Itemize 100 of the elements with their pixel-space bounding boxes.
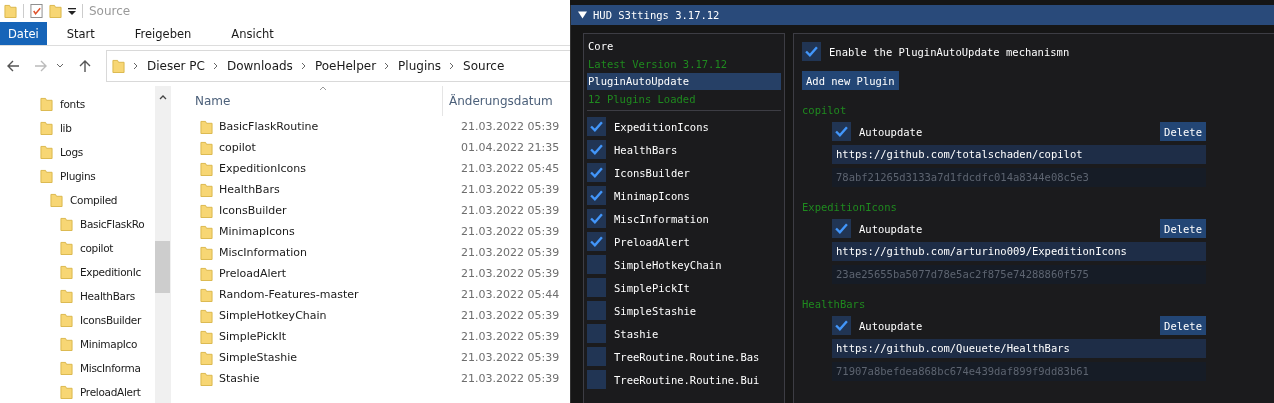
folder-icon <box>40 144 53 160</box>
plugin-heading: HealthBars <box>802 298 867 312</box>
checkbox[interactable] <box>587 255 606 274</box>
folder-icon <box>60 336 73 352</box>
file-name[interactable]: SimpleHotkeyChain <box>219 309 455 322</box>
folder-icon <box>50 192 63 208</box>
folder-icon <box>200 307 213 324</box>
modified-date: 21.03.2022 05:39 <box>461 204 560 217</box>
modified-date: 01.04.2022 21:35 <box>461 141 560 154</box>
add-plugin-button[interactable]: Add new Plugin <box>802 71 899 90</box>
breadcrumb-item[interactable]: PoeHelper <box>314 59 377 73</box>
checkbox[interactable] <box>832 316 851 335</box>
tree-item[interactable]: BasicFlaskRo <box>80 218 145 230</box>
ribbon-tab[interactable]: Datei <box>0 22 47 45</box>
checkbox[interactable] <box>587 324 606 343</box>
tree-item[interactable]: HealthBars <box>80 290 135 302</box>
checkbox[interactable] <box>587 163 606 182</box>
tree-item[interactable]: MiscInforma <box>80 362 141 374</box>
breadcrumb-item[interactable]: Source <box>463 59 505 73</box>
modified-date: 21.03.2022 05:44 <box>461 288 560 301</box>
checkbox[interactable] <box>832 122 851 141</box>
checkbox-label: Autoupdate <box>859 125 923 138</box>
file-name[interactable]: HealthBars <box>219 183 455 196</box>
tree-item[interactable]: lib <box>60 122 72 134</box>
checkbox[interactable] <box>587 117 606 136</box>
checkbox[interactable] <box>832 219 851 238</box>
breadcrumb-item[interactable]: Plugins <box>398 59 442 73</box>
scrollbar[interactable] <box>155 86 170 403</box>
checkbox[interactable] <box>587 209 606 228</box>
folder-icon <box>200 160 213 177</box>
url-field[interactable]: https://github.com/Queuete/HealthBars <box>832 339 1206 358</box>
folder-icon <box>60 216 73 232</box>
properties-check-icon[interactable] <box>30 3 43 19</box>
tree-item[interactable]: PreloadAlert <box>80 386 141 398</box>
column-header[interactable]: Name <box>195 94 442 108</box>
checkbox[interactable] <box>587 301 606 320</box>
dropdown-icon[interactable] <box>68 7 76 15</box>
breadcrumb-item[interactable]: Dieser PC <box>147 59 205 73</box>
checkbox[interactable] <box>587 370 606 389</box>
file-name[interactable]: MiscInformation <box>219 246 455 259</box>
delete-button[interactable]: Delete <box>1160 316 1206 335</box>
column-header[interactable]: Änderungsdatum <box>442 86 553 116</box>
checkbox[interactable] <box>802 42 821 61</box>
chevron-down-icon[interactable] <box>56 63 64 69</box>
folder-icon <box>200 244 213 261</box>
folder-icon <box>200 370 213 387</box>
file-name[interactable]: copilot <box>219 141 455 154</box>
tree-item[interactable]: Plugins <box>60 170 96 182</box>
file-name[interactable]: SimpleStashie <box>219 351 455 364</box>
menu-item[interactable]: PluginAutoUpdate <box>587 73 781 90</box>
file-name[interactable]: Stashie <box>219 372 455 385</box>
chevron-right-icon <box>300 62 307 70</box>
checkbox[interactable] <box>587 186 606 205</box>
plugin-heading: copilot <box>802 104 848 118</box>
delete-button[interactable]: Delete <box>1160 122 1206 141</box>
tree-item[interactable]: ExpeditionIc <box>80 266 141 278</box>
file-name[interactable]: SimplePickIt <box>219 330 455 343</box>
modified-date: 21.03.2022 05:39 <box>461 330 560 343</box>
file-name[interactable]: BasicFlaskRoutine <box>219 120 455 133</box>
window-title-bar[interactable]: HUD S3ttings 3.17.12 <box>571 5 1274 25</box>
plugin-name: TreeRoutine.Routine.Bas <box>614 350 760 363</box>
up-arrow-icon[interactable] <box>78 59 92 73</box>
delete-button[interactable]: Delete <box>1160 219 1206 238</box>
file-name[interactable]: ExpeditionIcons <box>219 162 455 175</box>
folder-icon <box>200 349 213 366</box>
tree-item[interactable]: fonts <box>60 98 85 110</box>
tree-item[interactable]: Compiled <box>70 194 118 206</box>
folder-icon <box>200 181 213 198</box>
folder-icon <box>200 328 213 345</box>
address-bar[interactable]: Dieser PC Downloads PoeHelper Plugins Source <box>106 50 570 82</box>
checkbox[interactable] <box>587 347 606 366</box>
file-name[interactable]: MinimapIcons <box>219 225 455 238</box>
checkbox[interactable] <box>587 232 606 251</box>
plugin-name: ExpeditionIcons <box>614 120 709 133</box>
menu-item[interactable]: Core <box>587 38 781 55</box>
modified-date: 21.03.2022 05:39 <box>461 267 560 280</box>
tree-item[interactable]: Logs <box>60 146 84 158</box>
breadcrumb-item[interactable]: Downloads <box>226 59 293 73</box>
back-arrow-icon[interactable] <box>6 59 20 73</box>
ribbon-tab[interactable]: Freigeben <box>114 22 212 45</box>
scroll-up-icon[interactable] <box>158 94 167 100</box>
checkbox[interactable] <box>587 278 606 297</box>
url-field[interactable]: https://github.com/totalschaden/copilot <box>832 145 1206 164</box>
file-name[interactable]: IconsBuilder <box>219 204 455 217</box>
ribbon-tab[interactable]: Start <box>46 22 115 45</box>
folder-icon <box>200 118 213 135</box>
folder-icon <box>200 139 213 156</box>
file-name[interactable]: Random-Features-master <box>219 288 455 301</box>
checkbox[interactable] <box>587 140 606 159</box>
scrollbar-thumb[interactable] <box>155 241 170 293</box>
tree-item[interactable]: IconsBuilder <box>80 314 141 326</box>
tree-item[interactable]: MinimapIco <box>80 338 138 350</box>
url-field[interactable]: https://github.com/arturino009/ExpeditionIcons <box>832 242 1206 261</box>
collapse-triangle-icon[interactable] <box>578 11 587 19</box>
ribbon-tab[interactable]: Ansicht <box>211 22 294 45</box>
tree-item[interactable]: copilot <box>80 242 114 254</box>
file-name[interactable]: PreloadAlert <box>219 267 455 280</box>
modified-date: 21.03.2022 05:39 <box>461 120 560 133</box>
modified-date: 21.03.2022 05:39 <box>461 246 560 259</box>
modified-date: 21.03.2022 05:45 <box>461 162 560 175</box>
